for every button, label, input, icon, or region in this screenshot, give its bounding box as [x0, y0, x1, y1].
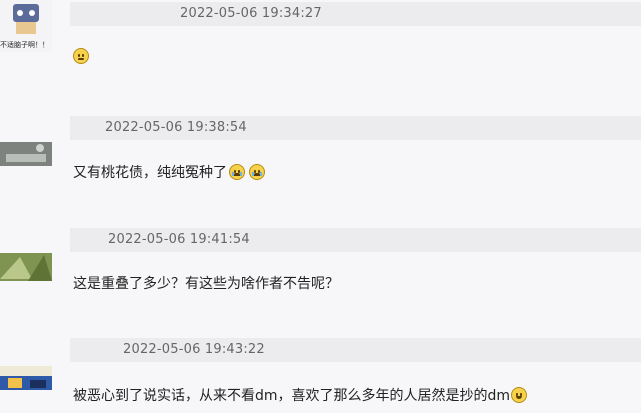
avatar[interactable] — [0, 253, 52, 281]
message-text: 又有桃花债，纯纯冤种了 — [73, 165, 227, 181]
message-item: 2022-05-06 19:43:22 被恶心到了说实话，从来不看dm，喜欢了那… — [0, 334, 641, 413]
message-timestamp: 2022-05-06 19:43:22 — [123, 342, 265, 357]
crying-face-emoji-icon — [249, 164, 265, 180]
message-item: 2022-05-06 19:41:54 这是重叠了多少？有这些为啥作者不告呢？ — [0, 226, 641, 334]
leaf-avatar-icon — [0, 253, 52, 281]
avatar-caption: 不适脑子啊！！ — [0, 41, 49, 49]
message-text: 这是重叠了多少？有这些为啥作者不告呢？ — [73, 276, 339, 292]
neutral-face-emoji-icon — [73, 48, 89, 64]
smiling-face-emoji-icon — [511, 387, 528, 403]
message-content: 被恶心到了说实话，从来不看dm，喜欢了那么多年的人居然是抄的dm — [73, 385, 528, 405]
timestamp-bar — [70, 2, 641, 26]
message-content — [73, 46, 89, 65]
message-timestamp: 2022-05-06 19:38:54 — [105, 120, 247, 135]
avatar[interactable] — [0, 142, 52, 166]
message-text: 被恶心到了说实话，从来不看dm，喜欢了那么多年的人居然是抄的dm — [73, 388, 511, 404]
avatar[interactable]: 不适脑子啊！！ — [0, 0, 52, 52]
cartoon-avatar-icon — [0, 366, 52, 390]
avatar[interactable] — [0, 366, 52, 390]
message-content: 又有桃花债，纯纯冤种了 — [73, 162, 265, 182]
message-item: 2022-05-06 19:38:54 又有桃花债，纯纯冤种了 — [0, 112, 641, 226]
crying-face-emoji-icon — [229, 164, 245, 180]
message-timestamp: 2022-05-06 19:41:54 — [108, 232, 250, 247]
photo-avatar-icon — [0, 142, 52, 166]
message-timestamp: 2022-05-06 19:34:27 — [180, 6, 322, 21]
message-content: 这是重叠了多少？有这些为啥作者不告呢？ — [73, 273, 339, 293]
message-item: 2022-05-06 19:34:27 不适脑子啊！！ — [0, 0, 641, 112]
